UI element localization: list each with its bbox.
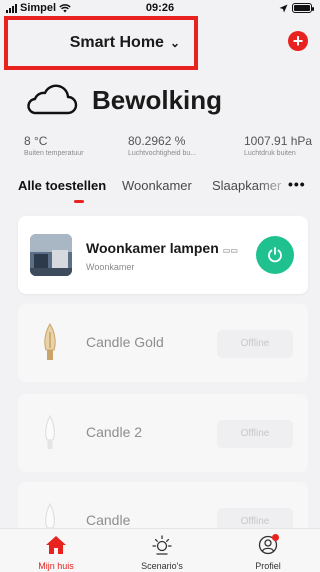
nav-label: Scenario's bbox=[141, 561, 183, 571]
notification-dot bbox=[272, 534, 279, 541]
more-tabs-button[interactable]: ••• bbox=[288, 176, 306, 192]
metric-humidity: 80.2962 % Luchtvochtigheid bu... bbox=[128, 134, 196, 157]
device-card-woonkamer-lampen[interactable]: Woonkamer lampen ▭▭ Woonkamer bbox=[18, 216, 308, 294]
device-name: Woonkamer lampen bbox=[86, 240, 219, 256]
group-icon: ▭▭ bbox=[222, 246, 238, 255]
metric-value: 1007.91 hPa bbox=[244, 134, 313, 148]
metric-label: Buiten temperatuur bbox=[24, 150, 84, 157]
device-name: Candle bbox=[86, 512, 131, 528]
house-icon bbox=[46, 536, 66, 554]
power-icon bbox=[268, 247, 282, 263]
location-arrow-icon bbox=[279, 4, 288, 12]
nav-label: Profiel bbox=[255, 561, 281, 571]
cloud-icon bbox=[27, 84, 78, 115]
sun-icon bbox=[152, 535, 172, 555]
metric-pressure: 1007.91 hPa Luchtdruk buiten bbox=[244, 134, 312, 157]
nav-scenarios[interactable]: Scenario's bbox=[122, 535, 202, 571]
power-button[interactable] bbox=[256, 236, 294, 274]
metric-temperature: 8 °C Buiten temperatuur bbox=[24, 134, 84, 157]
device-name: Candle 2 bbox=[86, 424, 143, 440]
chevron-down-icon: ⌄ bbox=[169, 36, 180, 50]
device-name: Candle Gold bbox=[86, 334, 164, 350]
device-thumbnail bbox=[30, 234, 72, 276]
metric-label: Luchtdruk buiten bbox=[244, 150, 296, 157]
weather-condition: Bewolking bbox=[92, 84, 223, 115]
status-time: 09:26 bbox=[145, 2, 175, 14]
weather-row: Bewolking bbox=[24, 80, 222, 120]
tab-alle-toestellen[interactable]: Alle toestellen bbox=[18, 178, 106, 193]
status-right bbox=[279, 3, 314, 13]
tab-woonkamer[interactable]: Woonkamer bbox=[122, 178, 192, 193]
metric-value: 80.2962 % bbox=[128, 134, 186, 148]
device-name-row: Woonkamer lampen ▭▭ bbox=[86, 240, 238, 256]
battery-icon bbox=[292, 3, 314, 13]
white-bulb-icon bbox=[45, 414, 55, 449]
offline-badge: Offline bbox=[217, 420, 293, 448]
room-tabs: Alle toestellen Woonkamer Slaapkamer ••• bbox=[18, 176, 318, 208]
device-card-candle-2[interactable]: Candle 2 Offline bbox=[18, 394, 308, 472]
nav-mijn-huis[interactable]: Mijn huis bbox=[16, 535, 96, 571]
home-title: Smart Home bbox=[69, 34, 164, 51]
plus-icon: + bbox=[292, 31, 304, 51]
nav-profiel[interactable]: Profiel bbox=[228, 534, 308, 571]
nav-label: Mijn huis bbox=[38, 561, 74, 571]
home-selector[interactable]: Smart Home ⌄ bbox=[4, 16, 198, 70]
metric-value: 8 °C bbox=[24, 134, 48, 148]
device-room: Woonkamer bbox=[86, 262, 135, 272]
weather-metrics: 8 °C Buiten temperatuur 80.2962 % Luchtv… bbox=[0, 134, 320, 160]
metric-label: Luchtvochtigheid bu... bbox=[128, 150, 197, 157]
active-tab-indicator bbox=[74, 200, 84, 203]
device-card-candle-gold[interactable]: Candle Gold Offline bbox=[18, 304, 308, 382]
gold-bulb-icon bbox=[44, 323, 56, 360]
offline-badge: Offline bbox=[217, 330, 293, 358]
add-device-button[interactable]: + bbox=[288, 31, 308, 51]
bottom-nav: Mijn huis Scenario's Profiel bbox=[0, 528, 320, 572]
